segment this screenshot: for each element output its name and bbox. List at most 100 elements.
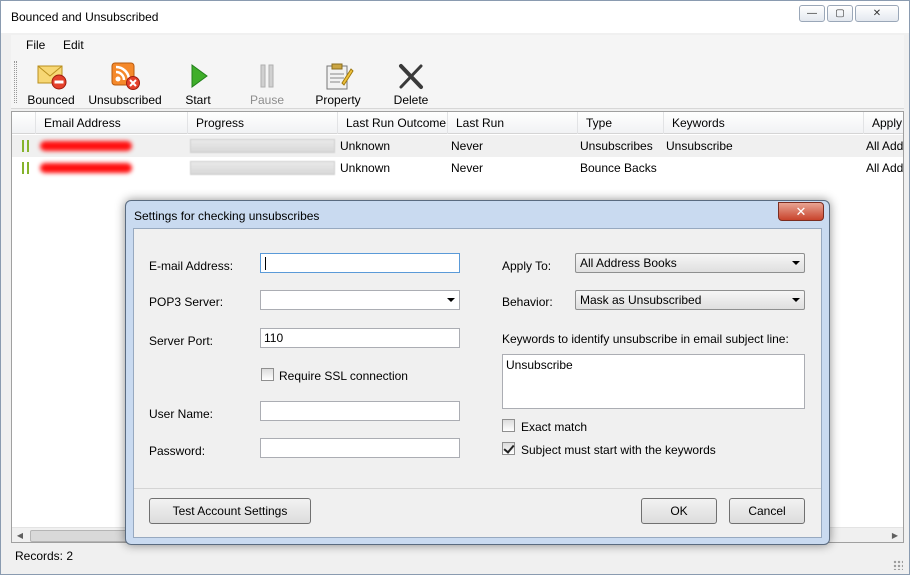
- apply-to-select[interactable]: All Address Books: [575, 253, 805, 273]
- cell-last-run-outcome: Unknown: [340, 139, 391, 153]
- require-ssl-checkbox[interactable]: [261, 368, 274, 381]
- property-label: Property: [315, 93, 361, 107]
- start-label: Start: [185, 93, 211, 107]
- delete-label: Delete: [393, 93, 429, 107]
- behavior-select[interactable]: Mask as Unsubscribed: [575, 290, 805, 310]
- text-caret: [265, 257, 266, 271]
- redacted-email: [40, 163, 132, 173]
- minimize-icon: —: [807, 8, 817, 19]
- password-label: Password:: [149, 444, 206, 458]
- window-title: Bounced and Unsubscribed: [11, 10, 159, 24]
- column-header-type[interactable]: Type: [578, 112, 664, 134]
- delete-x-icon: [399, 64, 423, 89]
- username-field[interactable]: [260, 401, 460, 421]
- close-icon: ✕: [872, 8, 882, 19]
- records-count: Records: 2: [15, 549, 74, 563]
- pause-button[interactable]: Pause: [245, 59, 289, 107]
- toolbar: Bounced Unsubscribed Start Pause Propert…: [11, 55, 904, 109]
- subject-starts-label: Subject must start with the keywords: [521, 443, 716, 457]
- column-header-email[interactable]: Email Address: [36, 112, 188, 134]
- dialog-body: E-mail Address: POP3 Server: Server Port…: [133, 228, 822, 538]
- column-header-last-run[interactable]: Last Run: [448, 112, 578, 134]
- pause-label: Pause: [249, 93, 285, 107]
- pop3-label: POP3 Server:: [149, 295, 224, 309]
- email-label: E-mail Address:: [149, 259, 234, 273]
- column-header-last-run-outcome[interactable]: Last Run Outcome: [338, 112, 448, 134]
- minimize-button[interactable]: —: [799, 5, 825, 22]
- pop3-server-combo[interactable]: [260, 290, 460, 310]
- play-icon: [191, 64, 208, 88]
- exact-match-label: Exact match: [521, 420, 588, 434]
- cell-type: Unsubscribes: [580, 139, 653, 153]
- apply-to-value: All Address Books: [580, 256, 677, 270]
- delete-button[interactable]: Delete: [389, 59, 433, 107]
- close-icon: ✕: [795, 204, 807, 219]
- maximize-button[interactable]: ▢: [827, 5, 853, 22]
- username-label: User Name:: [149, 407, 214, 421]
- cell-last-run: Never: [451, 161, 484, 175]
- cell-apply: All Add: [866, 139, 904, 153]
- column-header-apply[interactable]: Apply: [864, 112, 903, 134]
- progress-bar: [190, 139, 335, 153]
- clipboard-edit-icon: [326, 63, 354, 90]
- chevron-down-icon: [792, 298, 800, 302]
- cell-apply: All Add: [866, 161, 904, 175]
- port-label: Server Port:: [149, 334, 214, 348]
- email-field[interactable]: [260, 253, 460, 273]
- chevron-down-icon: [792, 261, 800, 265]
- property-button[interactable]: Property: [309, 59, 367, 107]
- unsubscribed-label: Unsubscribed: [88, 93, 162, 107]
- toolbar-grip[interactable]: [14, 61, 17, 103]
- maximize-icon: ▢: [835, 8, 845, 19]
- unsubscribed-button[interactable]: Unsubscribed: [85, 59, 165, 107]
- close-button[interactable]: ✕: [855, 5, 899, 22]
- cell-type: Bounce Backs: [580, 161, 657, 175]
- keywords-textarea[interactable]: Unsubscribe: [502, 354, 805, 409]
- title-bar: Bounced and Unsubscribed — ▢ ✕: [1, 1, 909, 33]
- keywords-label: Keywords to identify unsubscribe in emai…: [502, 332, 789, 346]
- ok-button[interactable]: OK: [641, 498, 717, 524]
- dialog-title: Settings for checking unsubscribes: [134, 209, 320, 223]
- column-header-keywords[interactable]: Keywords: [664, 112, 864, 134]
- settings-dialog: Settings for checking unsubscribes ✕ E-m…: [125, 200, 830, 545]
- subject-starts-checkbox[interactable]: [502, 442, 515, 455]
- pause-icon: [260, 64, 274, 88]
- table-row[interactable]: Unknown Never Bounce Backs All Add: [12, 157, 904, 179]
- password-field[interactable]: [260, 438, 460, 458]
- table-row[interactable]: Unknown Never Unsubscribes Unsubscribe A…: [12, 135, 904, 157]
- exact-match-checkbox[interactable]: [502, 419, 515, 432]
- server-port-field[interactable]: 110: [260, 328, 460, 348]
- menu-file[interactable]: File: [26, 38, 45, 52]
- cancel-button[interactable]: Cancel: [729, 498, 805, 524]
- resize-grip-icon[interactable]: [893, 560, 903, 570]
- scroll-thumb[interactable]: [30, 530, 140, 542]
- scroll-right-icon[interactable]: ▶: [887, 528, 903, 542]
- behavior-label: Behavior:: [502, 295, 553, 309]
- column-header-progress[interactable]: Progress: [188, 112, 338, 134]
- start-button[interactable]: Start: [176, 59, 220, 107]
- bounced-label: Bounced: [27, 93, 75, 107]
- redacted-email: [40, 141, 132, 151]
- rss-remove-icon: [111, 62, 140, 90]
- menu-edit[interactable]: Edit: [63, 38, 84, 52]
- menu-bar: File Edit: [11, 35, 904, 55]
- cell-keywords: Unsubscribe: [666, 139, 733, 153]
- status-bar: Records: 2: [11, 546, 904, 568]
- column-header-status[interactable]: [12, 112, 36, 134]
- scroll-left-icon[interactable]: ◀: [12, 528, 28, 542]
- require-ssl-label: Require SSL connection: [279, 369, 408, 383]
- paused-status-icon: [22, 140, 29, 152]
- dialog-close-button[interactable]: ✕: [778, 202, 824, 221]
- cell-last-run: Never: [451, 139, 484, 153]
- dialog-footer: Test Account Settings OK Cancel: [134, 488, 821, 537]
- apply-to-label: Apply To:: [502, 259, 552, 273]
- progress-bar: [190, 161, 335, 175]
- envelope-block-icon: [37, 65, 67, 90]
- cell-last-run-outcome: Unknown: [340, 161, 391, 175]
- bounced-button[interactable]: Bounced: [23, 59, 79, 107]
- test-account-button[interactable]: Test Account Settings: [149, 498, 311, 524]
- chevron-down-icon: [447, 298, 455, 302]
- grid-header: Email Address Progress Last Run Outcome …: [12, 112, 903, 134]
- paused-status-icon: [22, 162, 29, 174]
- behavior-value: Mask as Unsubscribed: [580, 293, 702, 307]
